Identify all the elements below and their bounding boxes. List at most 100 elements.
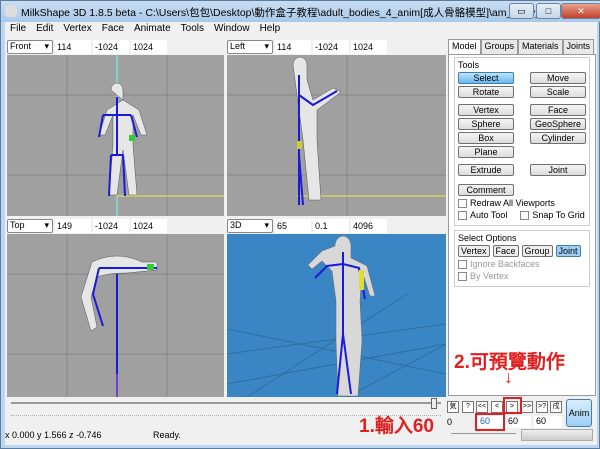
ignore-backfaces-checkbox[interactable] — [458, 259, 467, 269]
snap-label: Snap To Grid — [532, 210, 585, 220]
by-vertex-label: By Vertex — [470, 271, 509, 281]
timeline-slider[interactable] — [11, 402, 441, 404]
annotation-step1: 1.輸入60 — [359, 416, 434, 437]
zoom-field[interactable]: 149 — [55, 218, 91, 233]
scale-button[interactable]: Scale — [530, 86, 586, 98]
3d-viewport-header: 3D 65 0.1 4096 — [227, 218, 387, 233]
title-bar: MilkShape 3D 1.8.5 beta - C:\Users\包包\De… — [1, 1, 600, 22]
select-joint-button[interactable]: Joint — [555, 245, 581, 257]
joint-button[interactable]: Joint — [530, 164, 586, 176]
select-button[interactable]: Select — [458, 72, 514, 84]
move-button[interactable]: Move — [530, 72, 586, 84]
left-viewport[interactable] — [227, 55, 446, 216]
far-field[interactable]: 1024 — [131, 218, 167, 233]
view-select-top[interactable]: Top — [7, 218, 53, 233]
box-button[interactable]: Box — [458, 132, 514, 144]
anim-record-button[interactable]: 気 — [447, 401, 459, 413]
tools-label: Tools — [458, 60, 480, 70]
vertex-button[interactable]: Vertex — [458, 104, 514, 116]
top-viewport-header: Top 149 -1024 1024 — [7, 218, 167, 233]
current-frame-field[interactable]: 60 — [506, 416, 531, 428]
menu-face[interactable]: Face — [97, 22, 129, 37]
front-viewport[interactable] — [7, 55, 224, 216]
anim-help-button[interactable]: ? — [462, 401, 474, 413]
plane-button[interactable]: Plane — [458, 146, 514, 158]
front-model — [7, 55, 224, 216]
prev-frame-button[interactable]: < — [491, 401, 503, 413]
face-button[interactable]: Face — [530, 104, 586, 116]
select-options-group: Select Options Vertex Face Group Joint I… — [454, 230, 590, 287]
ignore-backfaces-label: Ignore Backfaces — [470, 259, 540, 269]
near-field[interactable]: 0.1 — [313, 218, 349, 233]
zoom-field[interactable]: 114 — [275, 39, 311, 54]
tools-group: Tools Select Move Rotate Scale Vertex Face … — [454, 57, 590, 226]
by-vertex-checkbox[interactable] — [458, 271, 467, 281]
geosphere-button[interactable]: GeoSphere — [530, 118, 586, 130]
3d-model — [227, 235, 446, 397]
start-frame: 0 — [447, 417, 453, 427]
far-field[interactable]: 1024 — [131, 39, 167, 54]
status-text: Ready. — [153, 430, 181, 440]
total-frames-field[interactable]: 60 — [534, 416, 562, 428]
menu-tools[interactable]: Tools — [176, 22, 209, 37]
select-face-button[interactable]: Face — [492, 245, 519, 257]
left-model — [227, 55, 446, 216]
select-group-button[interactable]: Group — [521, 245, 553, 257]
annotation-play-highlight — [503, 397, 522, 414]
tab-materials[interactable]: Materials — [518, 39, 563, 54]
anim-query-button[interactable]: >? — [536, 401, 548, 413]
far-field[interactable]: 1024 — [351, 39, 387, 54]
menu-bar: File Edit Vertex Face Animate Tools Wind… — [5, 22, 597, 37]
menu-help[interactable]: Help — [255, 22, 286, 37]
timeline-thumb[interactable] — [431, 398, 437, 409]
app-icon — [5, 5, 17, 17]
first-frame-button[interactable]: << — [476, 401, 488, 413]
annotation-arrow: ↓ — [504, 367, 513, 387]
fov-field[interactable]: 65 — [275, 218, 311, 233]
menu-edit[interactable]: Edit — [31, 22, 58, 37]
maximize-button[interactable]: □ — [536, 3, 561, 19]
annotation-input-highlight — [475, 413, 505, 431]
tool-panel: Model Groups Materials Joints Tools Sele… — [448, 39, 596, 397]
near-field[interactable]: -1024 — [93, 218, 129, 233]
extrude-button[interactable]: Extrude — [458, 164, 514, 176]
view-select-left[interactable]: Left — [227, 39, 273, 54]
auto-tool-checkbox[interactable] — [458, 210, 467, 220]
snap-to-grid-checkbox[interactable] — [520, 210, 530, 220]
speed-slider[interactable] — [451, 433, 516, 434]
last-frame-button[interactable]: >> — [521, 401, 533, 413]
menu-window[interactable]: Window — [209, 22, 255, 37]
menu-vertex[interactable]: Vertex — [58, 22, 96, 37]
menu-animate[interactable]: Animate — [129, 22, 176, 37]
progress-bar — [521, 429, 593, 441]
anim-option-button[interactable]: 戌 — [550, 401, 562, 413]
top-viewport[interactable] — [7, 234, 224, 397]
tab-groups[interactable]: Groups — [480, 39, 519, 54]
view-select-3d[interactable]: 3D — [227, 218, 273, 233]
select-vertex-button[interactable]: Vertex — [458, 245, 490, 257]
left-viewport-header: Left 114 -1024 1024 — [227, 39, 387, 54]
near-field[interactable]: -1024 — [313, 39, 349, 54]
select-options-label: Select Options — [458, 233, 517, 243]
3d-viewport[interactable] — [227, 234, 446, 397]
tab-model[interactable]: Model — [448, 39, 481, 54]
minimize-button[interactable]: ▭ — [509, 3, 534, 19]
zoom-field[interactable]: 114 — [55, 39, 91, 54]
close-button[interactable]: ✕ — [561, 3, 600, 19]
app-window: MilkShape 3D 1.8.5 beta - C:\Users\包包\De… — [0, 0, 600, 449]
comment-button[interactable]: Comment — [458, 184, 514, 196]
redraw-label: Redraw All Viewports — [470, 198, 555, 208]
rotate-button[interactable]: Rotate — [458, 86, 514, 98]
far-field[interactable]: 4096 — [351, 218, 387, 233]
near-field[interactable]: -1024 — [93, 39, 129, 54]
redraw-all-checkbox[interactable]: Redraw All Viewports — [458, 198, 586, 208]
cylinder-button[interactable]: Cylinder — [530, 132, 586, 144]
status-coords: x 0.000 y 1.566 z -0.746 — [5, 430, 102, 440]
menu-file[interactable]: File — [5, 22, 31, 37]
auto-tool-label: Auto Tool — [470, 210, 508, 220]
view-select-front[interactable]: Front — [7, 39, 53, 54]
window-title: MilkShape 3D 1.8.5 beta - C:\Users\包包\De… — [21, 7, 585, 19]
sphere-button[interactable]: Sphere — [458, 118, 514, 130]
tab-joints[interactable]: Joints — [562, 39, 595, 54]
anim-toggle-button[interactable]: Anim — [566, 399, 592, 427]
